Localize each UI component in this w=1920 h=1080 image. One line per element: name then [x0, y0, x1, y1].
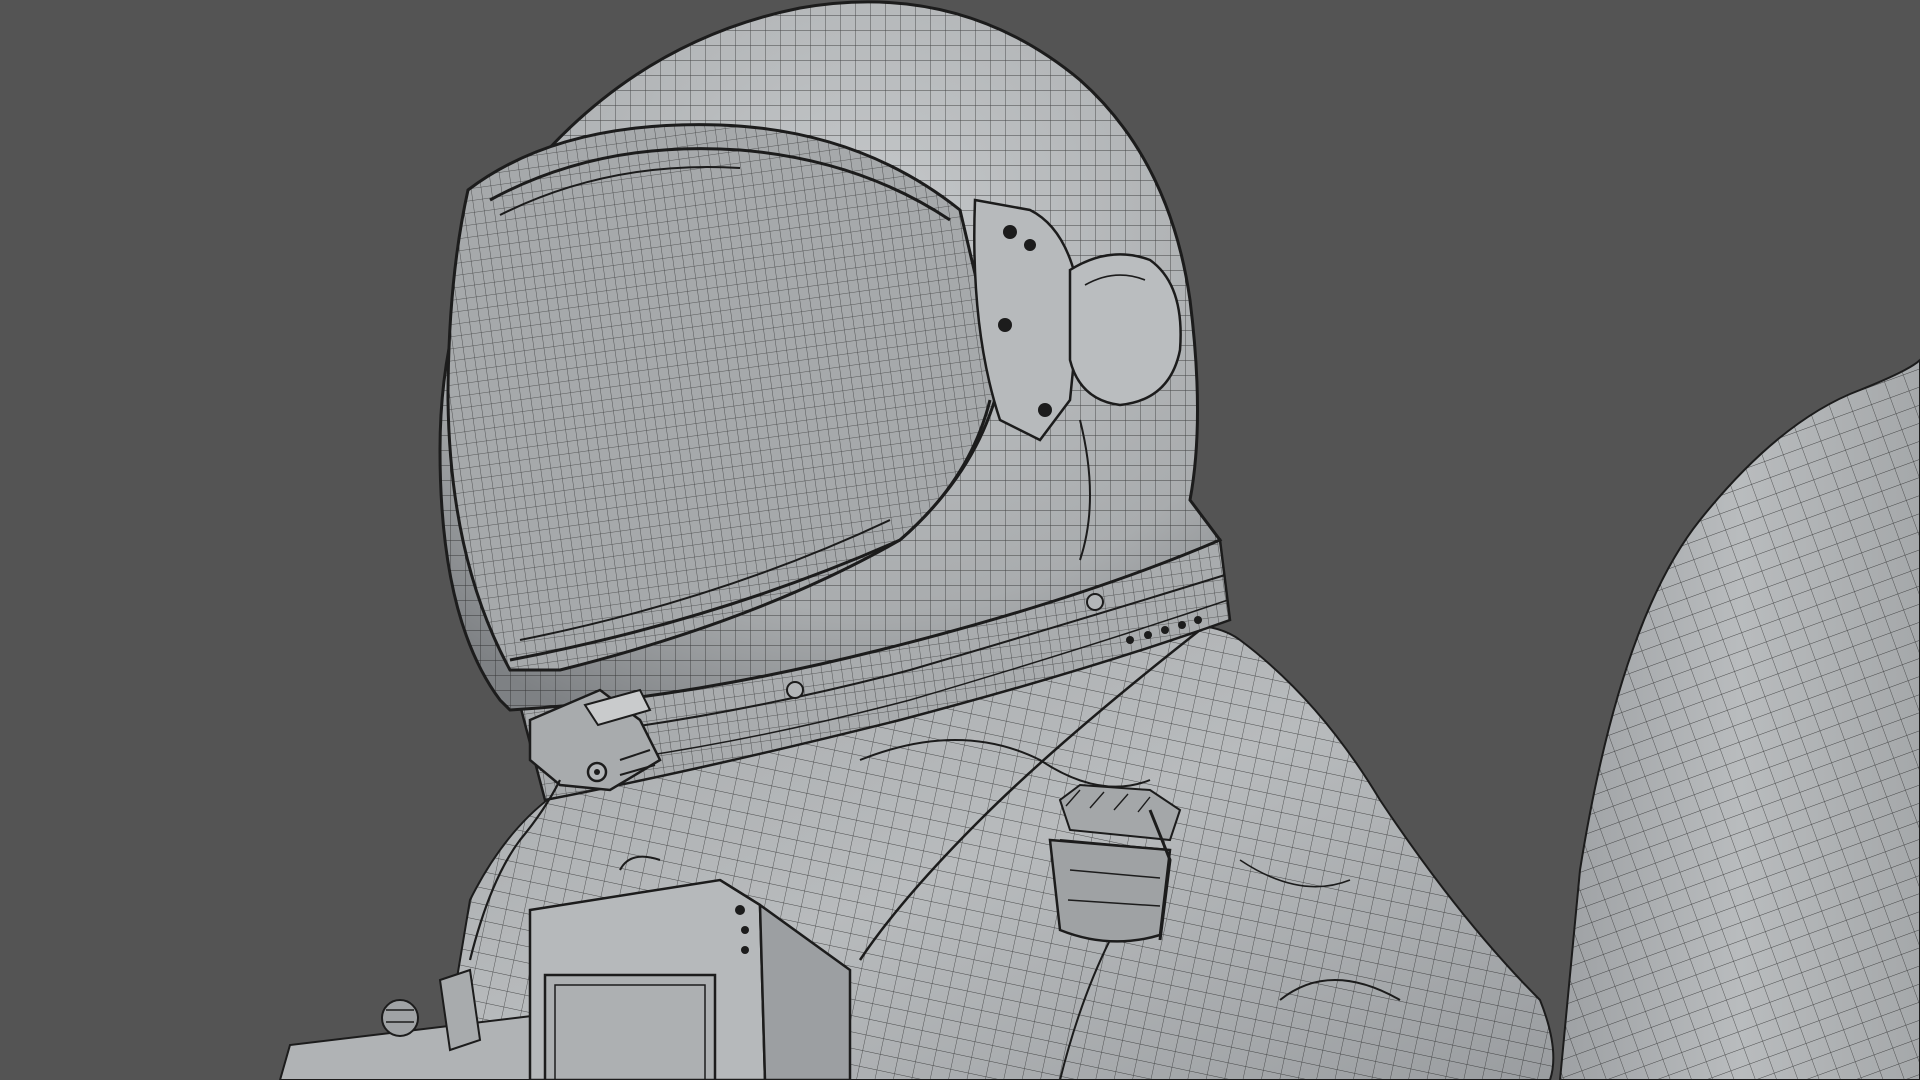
render-viewport	[0, 0, 1920, 1080]
astronaut-wireframe-render	[278, 0, 1920, 1080]
chest-connector	[1048, 783, 1182, 943]
right-arm	[1558, 358, 1920, 1080]
